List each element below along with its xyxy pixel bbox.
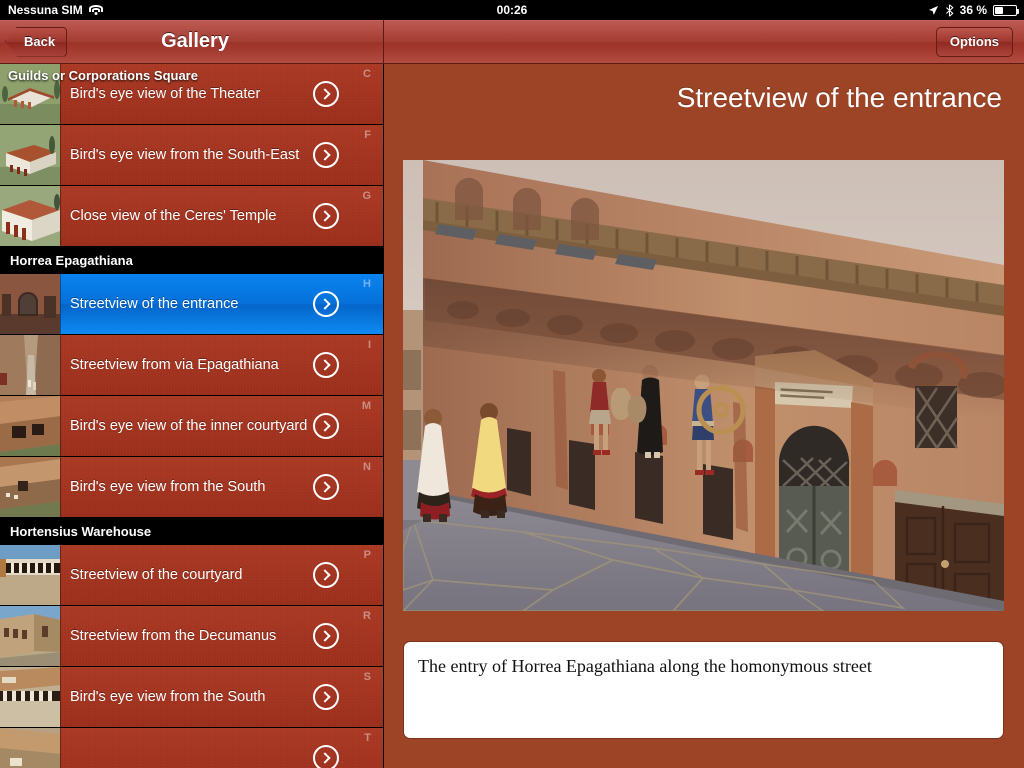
sidebar-navigation-bar: Back Gallery: [0, 20, 384, 64]
section-index-letter[interactable]: T: [364, 732, 371, 744]
bluetooth-icon: [945, 3, 954, 17]
chevron-right-icon: [313, 562, 339, 588]
location-arrow-icon: [928, 5, 938, 15]
chevron-right-icon: [313, 203, 339, 229]
list-item[interactable]: Bird's eye view from the South-East F: [0, 125, 383, 186]
chevron-right-icon: [313, 291, 339, 317]
status-bar: Nessuna SIM 00:26 36 %: [0, 0, 1024, 20]
battery-icon: [993, 4, 1019, 16]
sticky-section-header: Guilds or Corporations Square: [8, 67, 198, 83]
list-item[interactable]: Bird's eye view from the South N: [0, 457, 383, 518]
detail-panel: Streetview of the entrance The entry of …: [384, 64, 1024, 768]
list-item[interactable]: Bird's eye view of the inner courtyard M: [0, 396, 383, 457]
thumbnail-entrance-door: [0, 274, 61, 334]
section-index-letter[interactable]: F: [364, 129, 371, 141]
section-header: Horrea Epagathiana: [0, 247, 383, 274]
section-index-letter[interactable]: S: [364, 671, 371, 683]
chevron-right-icon: [313, 352, 339, 378]
list-item[interactable]: Streetview of the courtyard P: [0, 545, 383, 606]
gallery-sidebar-list[interactable]: Bird's eye view of the Theater C Guilds …: [0, 64, 384, 768]
thumbnail-decumanus-street: [0, 606, 61, 666]
list-item-partial[interactable]: T: [0, 728, 383, 768]
section-header: Hortensius Warehouse: [0, 518, 383, 545]
list-item[interactable]: Close view of the Ceres' Temple G: [0, 186, 383, 247]
gallery-title: Gallery: [161, 30, 229, 52]
section-index-letter[interactable]: M: [362, 400, 371, 412]
horrea-epagathiana-render: [403, 160, 1004, 611]
thumbnail-courtyard-aerial: [0, 396, 61, 456]
list-item[interactable]: Bird's eye view from the South S: [0, 667, 383, 728]
caption-box: The entry of Horrea Epagathiana along th…: [403, 641, 1004, 739]
status-bar-right: 36 %: [928, 3, 1019, 17]
thumbnail-street-view: [0, 335, 61, 395]
back-button-label: Back: [24, 34, 56, 49]
section-index-letter[interactable]: I: [368, 339, 371, 351]
status-bar-clock: 00:26: [496, 3, 528, 17]
page-title: Streetview of the entrance: [676, 82, 1002, 113]
chevron-right-icon: [313, 474, 339, 500]
section-index-letter[interactable]: P: [364, 549, 371, 561]
chevron-right-icon: [313, 413, 339, 439]
thumbnail-temple-close: [0, 186, 61, 246]
section-index-letter[interactable]: G: [362, 190, 371, 202]
thumbnail-partial-roof: [0, 728, 61, 768]
chevron-right-icon: [313, 623, 339, 649]
gallery-image: [403, 160, 1004, 611]
options-button[interactable]: Options: [935, 26, 1013, 57]
section-index-letter[interactable]: R: [363, 610, 371, 622]
ipad-gallery-app: Nessuna SIM 00:26 36 % Back Gallery Opti…: [0, 0, 1024, 768]
list-item[interactable]: Streetview from the Decumanus R: [0, 606, 383, 667]
list-item[interactable]: Streetview from via Epagathiana I: [0, 335, 383, 396]
options-button-label: Options: [949, 34, 999, 49]
chevron-right-icon: [313, 684, 339, 710]
battery-percent-label: 36 %: [959, 3, 987, 17]
section-index-letter[interactable]: N: [363, 461, 371, 473]
detail-navigation-bar: Options: [384, 20, 1024, 64]
thumbnail-warehouse-aerial: [0, 667, 61, 727]
thumbnail-rooftop-aerial: [0, 457, 61, 517]
section-index-letter[interactable]: H: [363, 278, 371, 290]
back-button[interactable]: Back: [5, 26, 68, 57]
chevron-right-icon: [313, 142, 339, 168]
chevron-right-icon: [313, 745, 339, 768]
thumbnail-temple-side: [0, 125, 61, 185]
thumbnail-colonnade-court: [0, 545, 61, 605]
list-item-selected[interactable]: Streetview of the entrance H: [0, 274, 383, 335]
image-caption: The entry of Horrea Epagathiana along th…: [418, 656, 872, 676]
